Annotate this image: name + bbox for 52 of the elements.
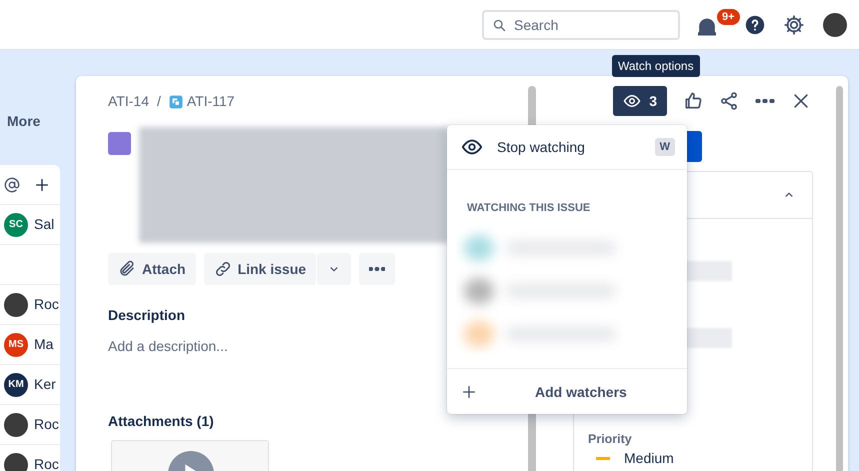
like-icon[interactable] (683, 91, 703, 111)
tooltip: Watch options (612, 55, 700, 77)
more-link[interactable]: More (7, 111, 40, 132)
person-avatar (4, 292, 28, 316)
help-icon[interactable] (744, 14, 766, 36)
add-watchers-button[interactable]: Add watchers (447, 368, 687, 416)
person-name[interactable]: Sal (34, 214, 54, 235)
breadcrumb-link[interactable]: ATI-117 (186, 91, 235, 112)
person-name[interactable]: Ker (34, 374, 56, 395)
blurred-value (684, 261, 732, 281)
section-title: WATCHING THIS ISSUE (466, 201, 592, 216)
keyboard-shortcut: W (654, 138, 675, 156)
priority-icon (596, 457, 610, 460)
search-field[interactable]: Search (482, 10, 680, 40)
plus-icon (461, 384, 477, 400)
subtask-icon (168, 94, 183, 108)
watch-button[interactable]: 3 (613, 86, 667, 116)
breadcrumb-separator: / (156, 92, 161, 111)
search-icon (492, 18, 507, 32)
share-icon[interactable] (719, 91, 739, 111)
person-avatar (4, 412, 28, 436)
person-name[interactable]: Roc (34, 414, 59, 435)
description-field[interactable]: Add a description... (108, 336, 228, 357)
add-icon[interactable] (34, 176, 50, 192)
bell-icon[interactable] (698, 18, 716, 36)
issue-type-icon (108, 132, 131, 155)
link-issue-button[interactable]: Link issue (204, 253, 316, 285)
person-avatar (4, 452, 28, 471)
attach-button[interactable]: Attach (108, 253, 196, 285)
section-heading: Attachments (1) (108, 412, 215, 431)
section-heading: Description (108, 306, 186, 325)
notification-count: 9+ (717, 8, 740, 24)
at-icon[interactable] (4, 176, 20, 192)
paperclip-icon (118, 260, 136, 278)
person-name[interactable]: Roc (34, 454, 59, 471)
person-avatar: KM (4, 372, 28, 396)
link-icon (214, 260, 232, 278)
more-icon[interactable] (755, 99, 775, 103)
settings-icon[interactable] (783, 14, 805, 36)
blurred-value (684, 328, 732, 348)
field-label: Priority (588, 431, 632, 448)
person-avatar: SC (4, 212, 28, 236)
breadcrumb-link[interactable]: ATI-14 (108, 91, 149, 112)
person-name[interactable]: Roc (34, 294, 59, 315)
profile-avatar[interactable] (823, 12, 847, 36)
eye-icon (623, 92, 642, 110)
person-name[interactable]: Ma (34, 334, 54, 355)
more-actions-button[interactable] (359, 253, 396, 285)
priority-value: Medium (624, 449, 674, 468)
person-avatar: MS (4, 332, 28, 356)
menu-item[interactable]: Stop watching W (447, 125, 687, 170)
more-icon (369, 267, 386, 271)
